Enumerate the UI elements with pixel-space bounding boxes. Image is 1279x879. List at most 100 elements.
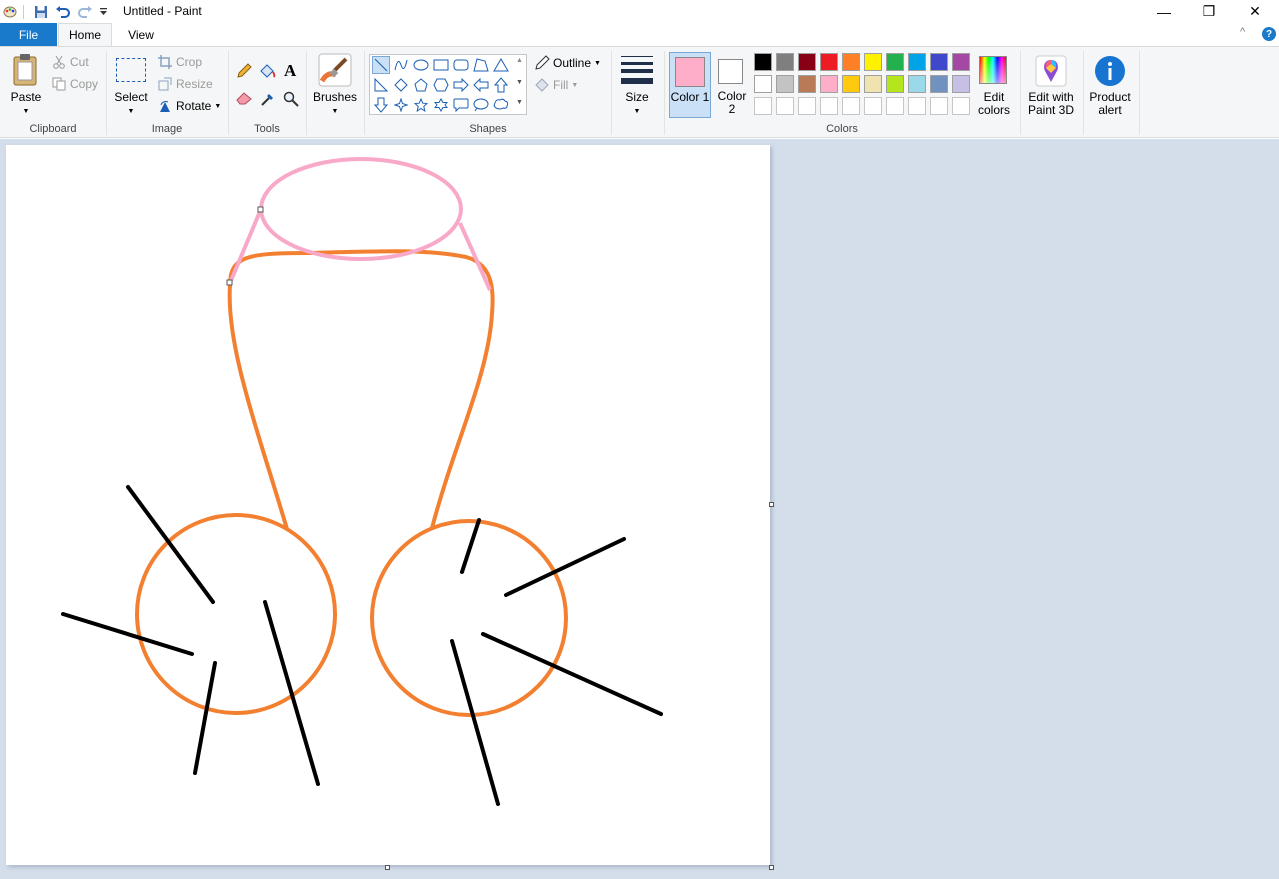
custom-color-swatch[interactable] (798, 97, 816, 115)
cut-button[interactable]: Cut (52, 55, 89, 69)
color-swatch[interactable] (930, 75, 948, 93)
custom-color-swatch[interactable] (754, 97, 772, 115)
eraser-tool[interactable] (236, 91, 252, 105)
close-button[interactable]: ✕ (1232, 0, 1278, 23)
color-swatch[interactable] (864, 53, 882, 71)
paste-button[interactable]: Paste (6, 91, 46, 104)
custom-color-swatch[interactable] (842, 97, 860, 115)
brushes-dropdown-icon[interactable]: ▼ (310, 105, 360, 118)
select-dropdown-icon[interactable]: ▼ (110, 105, 152, 118)
minimize-button[interactable]: — (1141, 0, 1187, 23)
edit-colors-button[interactable]: Edit colors (972, 91, 1016, 117)
rounded-rectangle-shape[interactable] (452, 56, 470, 74)
color-swatch[interactable] (908, 53, 926, 71)
custom-color-swatch[interactable] (908, 97, 926, 115)
help-icon[interactable]: ? (1262, 27, 1276, 41)
color-swatch[interactable] (842, 75, 860, 93)
restore-button[interactable]: ❐ (1186, 0, 1232, 23)
fill-tool[interactable] (259, 63, 277, 79)
paint-app-icon[interactable] (2, 3, 18, 20)
rounded-callout-shape[interactable] (452, 96, 470, 114)
right-arrow-shape[interactable] (452, 76, 470, 94)
shapes-scroll-up-icon[interactable]: ▲ (516, 57, 523, 64)
color-swatch[interactable] (864, 75, 882, 93)
shapes-expand-icon[interactable]: ▼ (516, 99, 523, 106)
color-swatch[interactable] (930, 53, 948, 71)
collapse-ribbon-icon[interactable]: ^ (1240, 26, 1245, 38)
customize-quick-access-icon[interactable] (97, 3, 109, 20)
oval-callout-shape[interactable] (472, 96, 490, 114)
right-triangle-shape[interactable] (372, 76, 390, 94)
line-shape[interactable] (372, 56, 390, 74)
undo-icon[interactable] (54, 3, 72, 20)
five-point-star-shape[interactable] (412, 96, 430, 114)
oval-shape[interactable] (412, 56, 430, 74)
color-swatch[interactable] (754, 53, 772, 71)
up-arrow-shape[interactable] (492, 76, 510, 94)
color-swatch[interactable] (776, 75, 794, 93)
select-icon[interactable] (116, 57, 148, 83)
color-swatch[interactable] (820, 53, 838, 71)
custom-color-swatch[interactable] (886, 97, 904, 115)
text-tool[interactable]: A (284, 61, 296, 81)
edit-colors-icon[interactable] (979, 55, 1009, 85)
custom-color-swatch[interactable] (820, 97, 838, 115)
crop-button[interactable]: Crop (158, 55, 202, 69)
color-swatch[interactable] (886, 75, 904, 93)
curve-shape[interactable] (392, 56, 410, 74)
magnifier-tool[interactable] (283, 91, 299, 107)
edit-with-paint3d-button[interactable]: Edit with Paint 3D (1024, 91, 1078, 117)
down-arrow-shape[interactable] (372, 96, 390, 114)
size-button[interactable]: Size (614, 91, 660, 104)
color-swatch[interactable] (754, 75, 772, 93)
product-alert-button[interactable]: Product alert (1086, 91, 1134, 117)
select-button[interactable]: Select (110, 91, 152, 104)
custom-color-swatch[interactable] (930, 97, 948, 115)
canvas-resize-handle-corner[interactable] (769, 865, 774, 870)
four-point-star-shape[interactable] (392, 96, 410, 114)
custom-color-swatch[interactable] (776, 97, 794, 115)
color-swatch[interactable] (820, 75, 838, 93)
triangle-shape[interactable] (492, 56, 510, 74)
brushes-icon[interactable] (318, 53, 352, 87)
paste-icon[interactable] (12, 53, 42, 87)
paint3d-icon[interactable] (1035, 55, 1067, 87)
pentagon-shape[interactable] (412, 76, 430, 94)
rotate-button[interactable]: Rotate ▼ (158, 99, 221, 113)
color-picker-tool[interactable] (260, 91, 276, 107)
brushes-button[interactable]: Brushes (310, 91, 360, 104)
diamond-shape[interactable] (392, 76, 410, 94)
color-swatch[interactable] (886, 53, 904, 71)
canvas-resize-handle-bottom[interactable] (385, 865, 390, 870)
polygon-shape[interactable] (472, 56, 490, 74)
shapes-scroll-down-icon[interactable]: ▼ (516, 79, 523, 86)
fill-button[interactable]: Fill ▼ (534, 77, 578, 93)
color-swatch[interactable] (776, 53, 794, 71)
color-swatch[interactable] (798, 75, 816, 93)
tab-home[interactable]: Home (58, 23, 112, 46)
tab-view[interactable]: View (116, 23, 166, 46)
six-point-star-shape[interactable] (432, 96, 450, 114)
color-swatch[interactable] (798, 53, 816, 71)
hexagon-shape[interactable] (432, 76, 450, 94)
cloud-callout-shape[interactable] (492, 96, 510, 114)
drawing-canvas[interactable] (6, 145, 770, 865)
paste-dropdown-icon[interactable]: ▼ (6, 105, 46, 118)
color-swatch[interactable] (952, 75, 970, 93)
resize-button[interactable]: Resize (158, 77, 213, 91)
outline-button[interactable]: Outline ▼ (534, 55, 601, 71)
color-swatch[interactable] (952, 53, 970, 71)
save-icon[interactable] (32, 3, 50, 20)
color1-button[interactable]: Color 1 (669, 52, 711, 118)
redo-icon[interactable] (76, 3, 94, 20)
custom-color-swatch[interactable] (952, 97, 970, 115)
color-swatch[interactable] (908, 75, 926, 93)
copy-button[interactable]: Copy (52, 77, 98, 91)
color2-button[interactable]: Color 2 (713, 52, 751, 118)
left-arrow-shape[interactable] (472, 76, 490, 94)
pencil-tool[interactable] (236, 63, 252, 79)
rectangle-shape[interactable] (432, 56, 450, 74)
color-swatch[interactable] (842, 53, 860, 71)
size-dropdown-icon[interactable]: ▼ (614, 105, 660, 118)
canvas-resize-handle-right[interactable] (769, 502, 774, 507)
